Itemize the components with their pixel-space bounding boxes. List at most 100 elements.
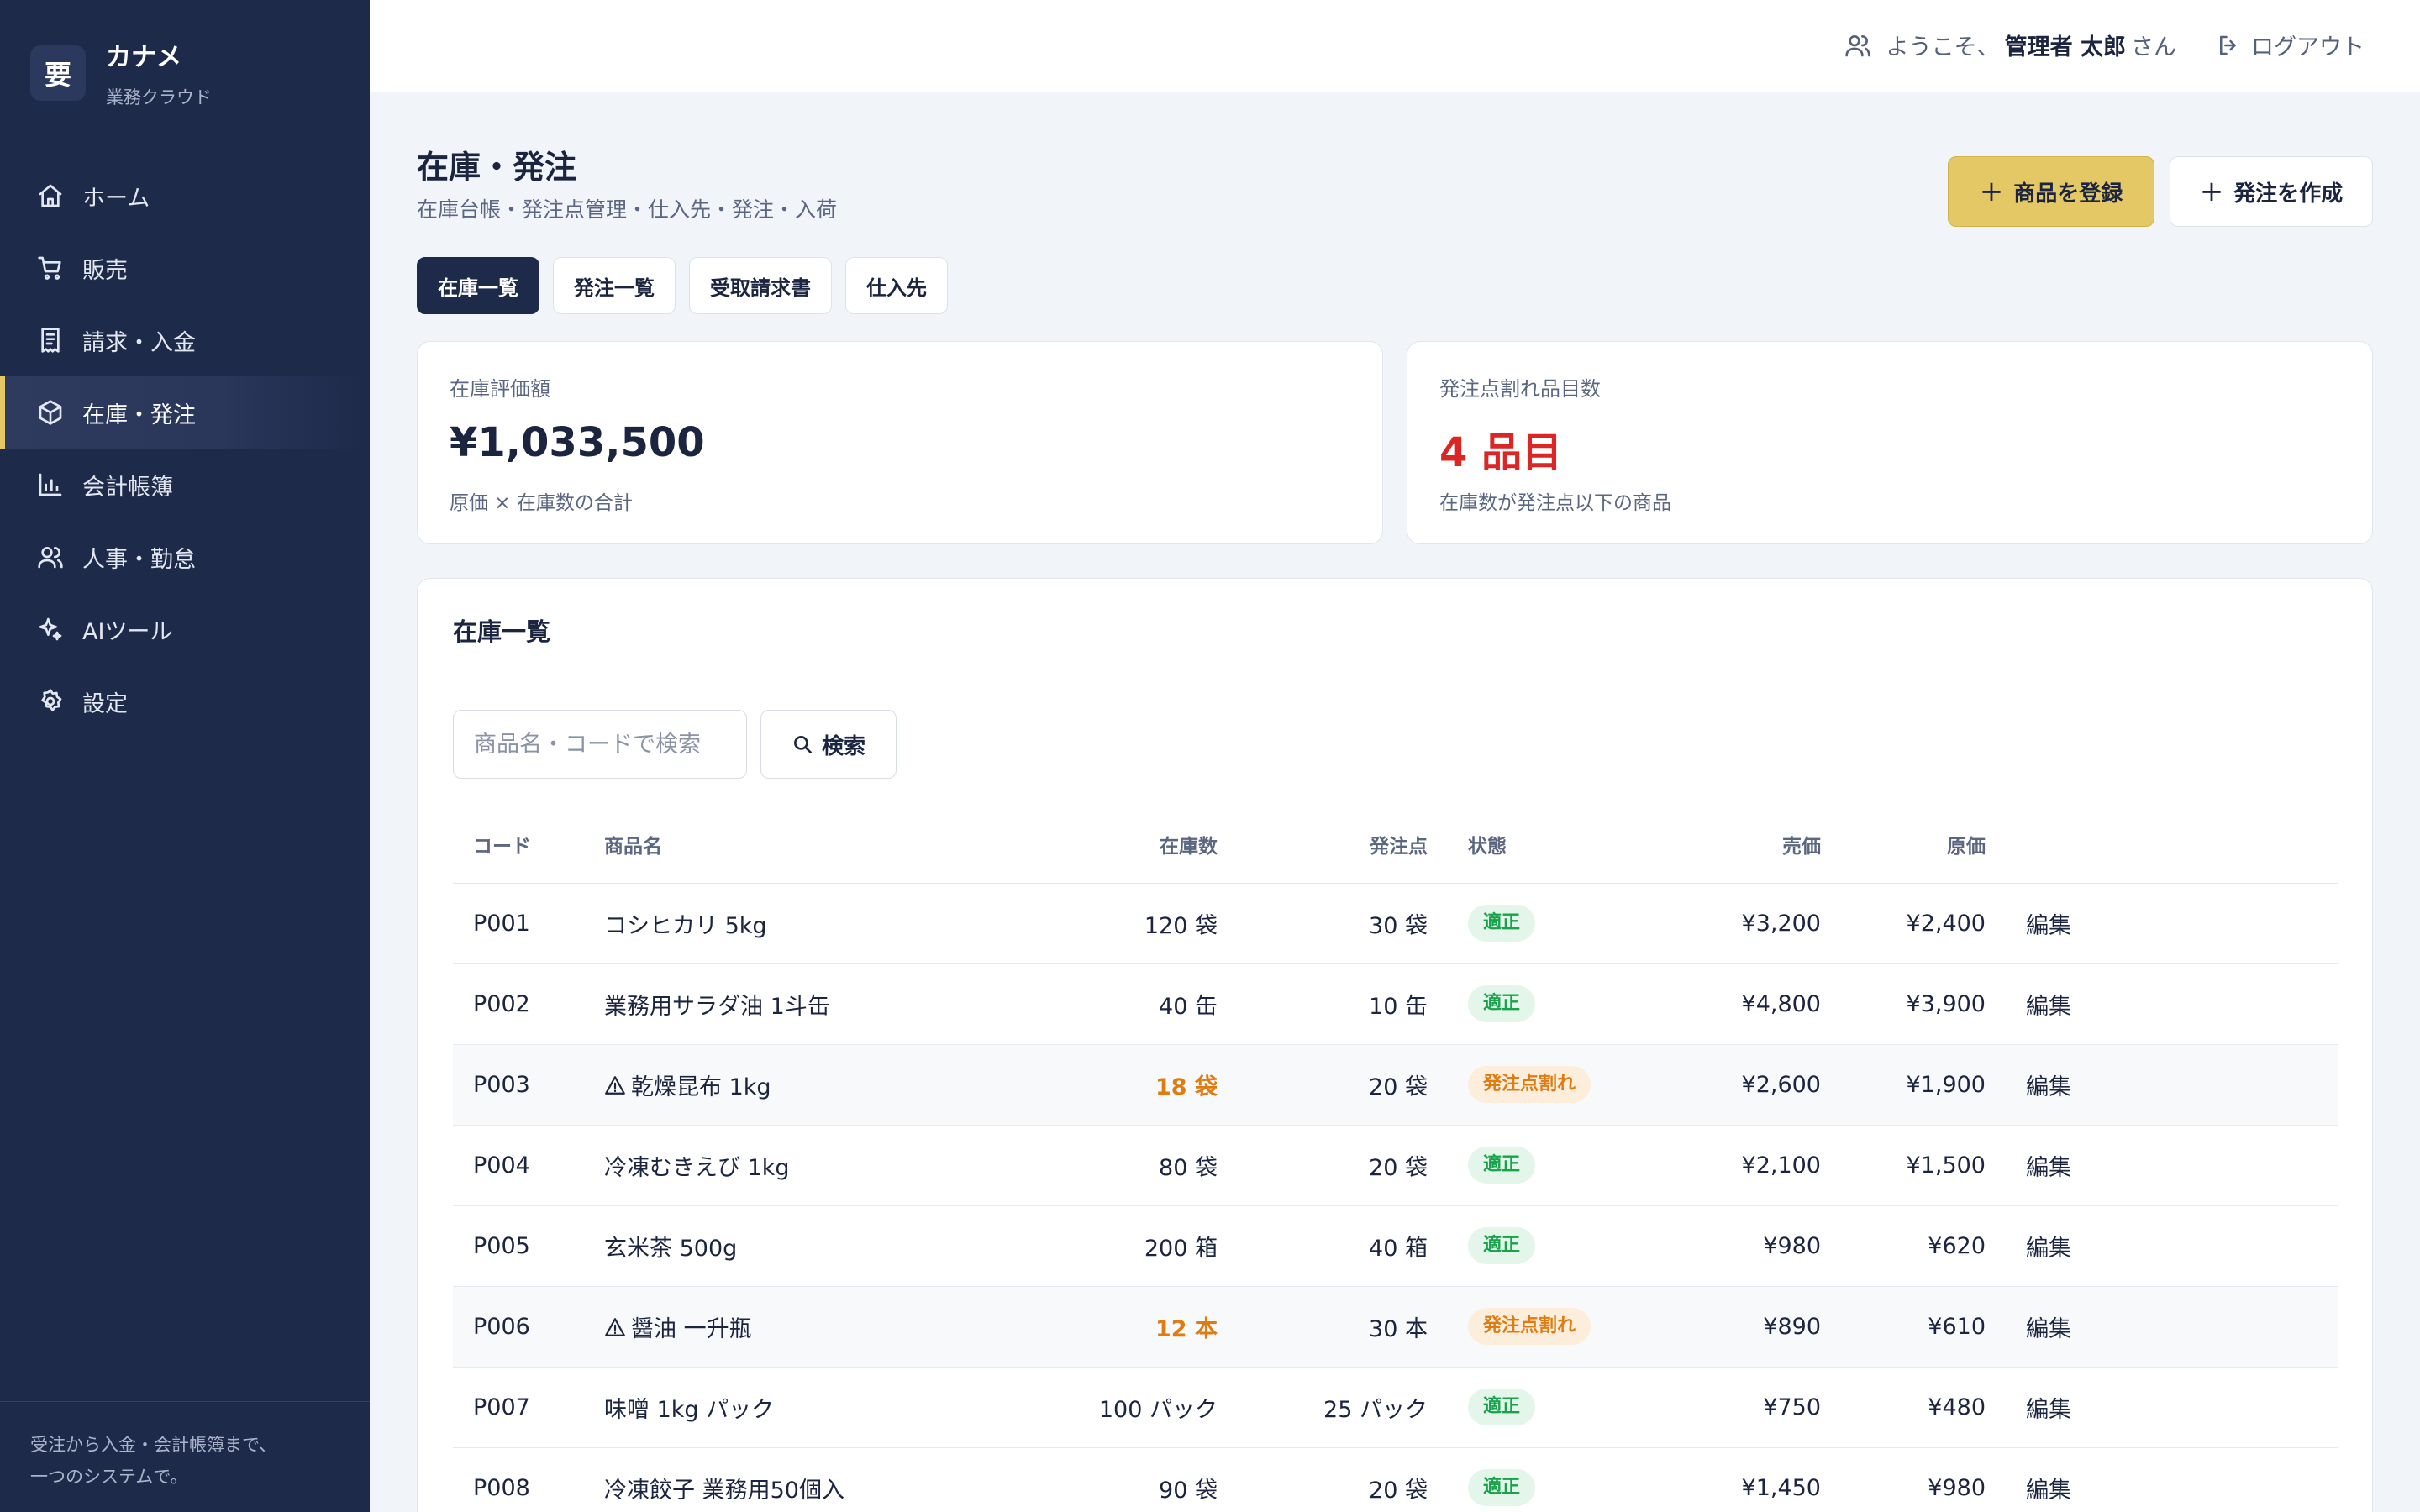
search-input[interactable] xyxy=(453,710,747,779)
table-row: P005 玄米茶 500g 200 箱 40 箱 適正 ¥980 ¥620 編集 xyxy=(453,1205,2338,1287)
sidebar-nav: ホーム 販売 請求・入金 在庫・発注 会計帳簿 人事・勤怠 AIツール 設定 xyxy=(0,160,370,738)
sidebar-item-label: 販売 xyxy=(82,257,128,284)
cell-code: P002 xyxy=(453,963,604,1045)
sidebar-item-ai-tools[interactable]: AIツール xyxy=(0,593,370,665)
tab-bar: 在庫一覧 発注一覧 受取請求書 仕入先 xyxy=(417,257,961,314)
edit-link[interactable]: 編集 xyxy=(2026,1074,2071,1100)
register-product-button[interactable]: + 商品を登録 xyxy=(1948,156,2154,227)
tab-order-list[interactable]: 発注一覧 xyxy=(553,257,676,314)
cell-cost: ¥980 xyxy=(1821,1447,1986,1512)
sidebar-item-label: AIツール xyxy=(82,618,173,645)
product-name: 醤油 一升瓶 xyxy=(631,1315,752,1342)
cell-price: ¥2,100 xyxy=(1671,1125,1821,1206)
column-header-code[interactable]: コード xyxy=(453,806,604,884)
panel-title: 在庫一覧 xyxy=(453,617,551,646)
sidebar-item-accounting[interactable]: 会計帳簿 xyxy=(0,449,370,521)
search-button[interactable]: 検索 xyxy=(760,710,897,779)
column-header-stock[interactable]: 在庫数 xyxy=(1058,806,1218,884)
cell-actions: 編集 xyxy=(1986,1205,2338,1287)
sidebar-item-billing[interactable]: 請求・入金 xyxy=(0,304,370,376)
status-badge: 発注点割れ xyxy=(1468,1308,1591,1345)
sparkles-icon xyxy=(35,614,66,644)
cell-price: ¥1,450 xyxy=(1671,1447,1821,1512)
status-badge: 適正 xyxy=(1468,985,1536,1022)
sidebar-item-inventory[interactable]: 在庫・発注 xyxy=(0,376,370,449)
cell-reorder-point: 20 袋 xyxy=(1218,1044,1428,1126)
search-button-label: 検索 xyxy=(821,733,865,759)
column-header-cost[interactable]: 原価 xyxy=(1821,806,1986,884)
brand-name: カナメ xyxy=(106,43,182,72)
column-header-price[interactable]: 売価 xyxy=(1671,806,1821,884)
welcome-prefix: ようこそ、 xyxy=(1886,34,2000,60)
cell-code: P003 xyxy=(453,1044,604,1126)
tab-suppliers[interactable]: 仕入先 xyxy=(845,257,948,314)
edit-link[interactable]: 編集 xyxy=(2026,1236,2071,1262)
edit-link[interactable]: 編集 xyxy=(2026,1316,2071,1342)
status-badge: 適正 xyxy=(1468,1227,1536,1264)
cell-name: 冷凍餃子 業務用50個入 xyxy=(604,1447,1058,1512)
sidebar-item-home[interactable]: ホーム xyxy=(0,160,370,232)
page-subtitle: 在庫台帳・発注点管理・仕入先・発注・入荷 xyxy=(417,197,838,222)
home-icon xyxy=(35,181,66,211)
table-header-row: コード 商品名 在庫数 発注点 状態 売価 原価 xyxy=(453,806,2338,884)
cell-stock: 100 パック xyxy=(1058,1367,1218,1448)
stat-value: ¥1,033,500 xyxy=(450,419,705,466)
sidebar-item-label: 人事・勤怠 xyxy=(82,546,196,573)
status-badge: 適正 xyxy=(1468,1389,1536,1425)
cell-stock: 18 袋 xyxy=(1058,1044,1218,1126)
cell-cost: ¥3,900 xyxy=(1821,963,1986,1045)
cell-reorder-point: 10 缶 xyxy=(1218,963,1428,1045)
receipt-icon xyxy=(35,325,66,355)
cell-name: 玄米茶 500g xyxy=(604,1205,1058,1287)
sidebar-item-settings[interactable]: 設定 xyxy=(0,665,370,738)
table-row: P007 味噌 1kg パック 100 パック 25 パック 適正 ¥750 ¥… xyxy=(453,1367,2338,1448)
cell-price: ¥4,800 xyxy=(1671,963,1821,1045)
cell-actions: 編集 xyxy=(1986,1447,2338,1512)
column-header-reorder-point[interactable]: 発注点 xyxy=(1218,806,1428,884)
cell-price: ¥750 xyxy=(1671,1367,1821,1448)
status-badge: 適正 xyxy=(1468,905,1536,942)
warning-icon xyxy=(604,1316,626,1338)
edit-link[interactable]: 編集 xyxy=(2026,1155,2071,1181)
cell-name: 業務用サラダ油 1斗缶 xyxy=(604,963,1058,1045)
column-header-name[interactable]: 商品名 xyxy=(604,806,1058,884)
cell-stock: 12 本 xyxy=(1058,1286,1218,1368)
brand-logo: 要 xyxy=(30,45,86,101)
search-icon xyxy=(794,736,813,754)
cell-status: 適正 xyxy=(1428,1367,1671,1448)
tab-received-invoices[interactable]: 受取請求書 xyxy=(689,257,832,314)
logout-icon xyxy=(2220,35,2236,55)
cell-reorder-point: 40 箱 xyxy=(1218,1205,1428,1287)
sidebar-item-label: 請求・入金 xyxy=(82,329,196,356)
sidebar-item-sales[interactable]: 販売 xyxy=(0,232,370,304)
cell-cost: ¥2,400 xyxy=(1821,883,1986,964)
brand[interactable]: 要 カナメ 業務クラウド xyxy=(30,42,212,109)
cell-reorder-point: 20 袋 xyxy=(1218,1125,1428,1206)
column-header-status[interactable]: 状態 xyxy=(1428,806,1671,884)
logout-button[interactable]: ログアウト xyxy=(2216,29,2365,61)
cell-actions: 編集 xyxy=(1986,1125,2338,1206)
cell-cost: ¥480 xyxy=(1821,1367,1986,1448)
cell-code: P001 xyxy=(453,883,604,964)
cell-code: P006 xyxy=(453,1286,604,1368)
register-product-label: 商品を登録 xyxy=(2013,181,2123,207)
users-icon xyxy=(1844,34,1870,56)
tab-inventory-list[interactable]: 在庫一覧 xyxy=(417,257,539,314)
cell-name: 乾燥昆布 1kg xyxy=(604,1044,1058,1126)
edit-link[interactable]: 編集 xyxy=(2026,1478,2071,1504)
welcome-suffix: さん xyxy=(2131,34,2176,60)
sidebar-item-hr[interactable]: 人事・勤怠 xyxy=(0,521,370,593)
create-order-button[interactable]: + 発注を作成 xyxy=(2170,156,2373,227)
cell-code: P005 xyxy=(453,1205,604,1287)
edit-link[interactable]: 編集 xyxy=(2026,994,2071,1020)
sidebar: 要 カナメ 業務クラウド ホーム 販売 請求・入金 在庫・発注 会計帳簿 人事・… xyxy=(0,0,370,1512)
edit-link[interactable]: 編集 xyxy=(2026,1397,2071,1423)
inventory-table: コード 商品名 在庫数 発注点 状態 売価 原価 P001 コシヒカリ 5kg … xyxy=(453,806,2338,1512)
stat-label: 在庫評価額 xyxy=(450,377,550,401)
cell-name: コシヒカリ 5kg xyxy=(604,883,1058,964)
user-name: 管理者 太郎 xyxy=(2004,34,2126,60)
cell-status: 発注点割れ xyxy=(1428,1286,1671,1368)
sidebar-footer-line: 受注から入金・会計帳簿まで、 xyxy=(30,1435,277,1455)
gear-icon xyxy=(35,686,66,717)
edit-link[interactable]: 編集 xyxy=(2026,913,2071,939)
